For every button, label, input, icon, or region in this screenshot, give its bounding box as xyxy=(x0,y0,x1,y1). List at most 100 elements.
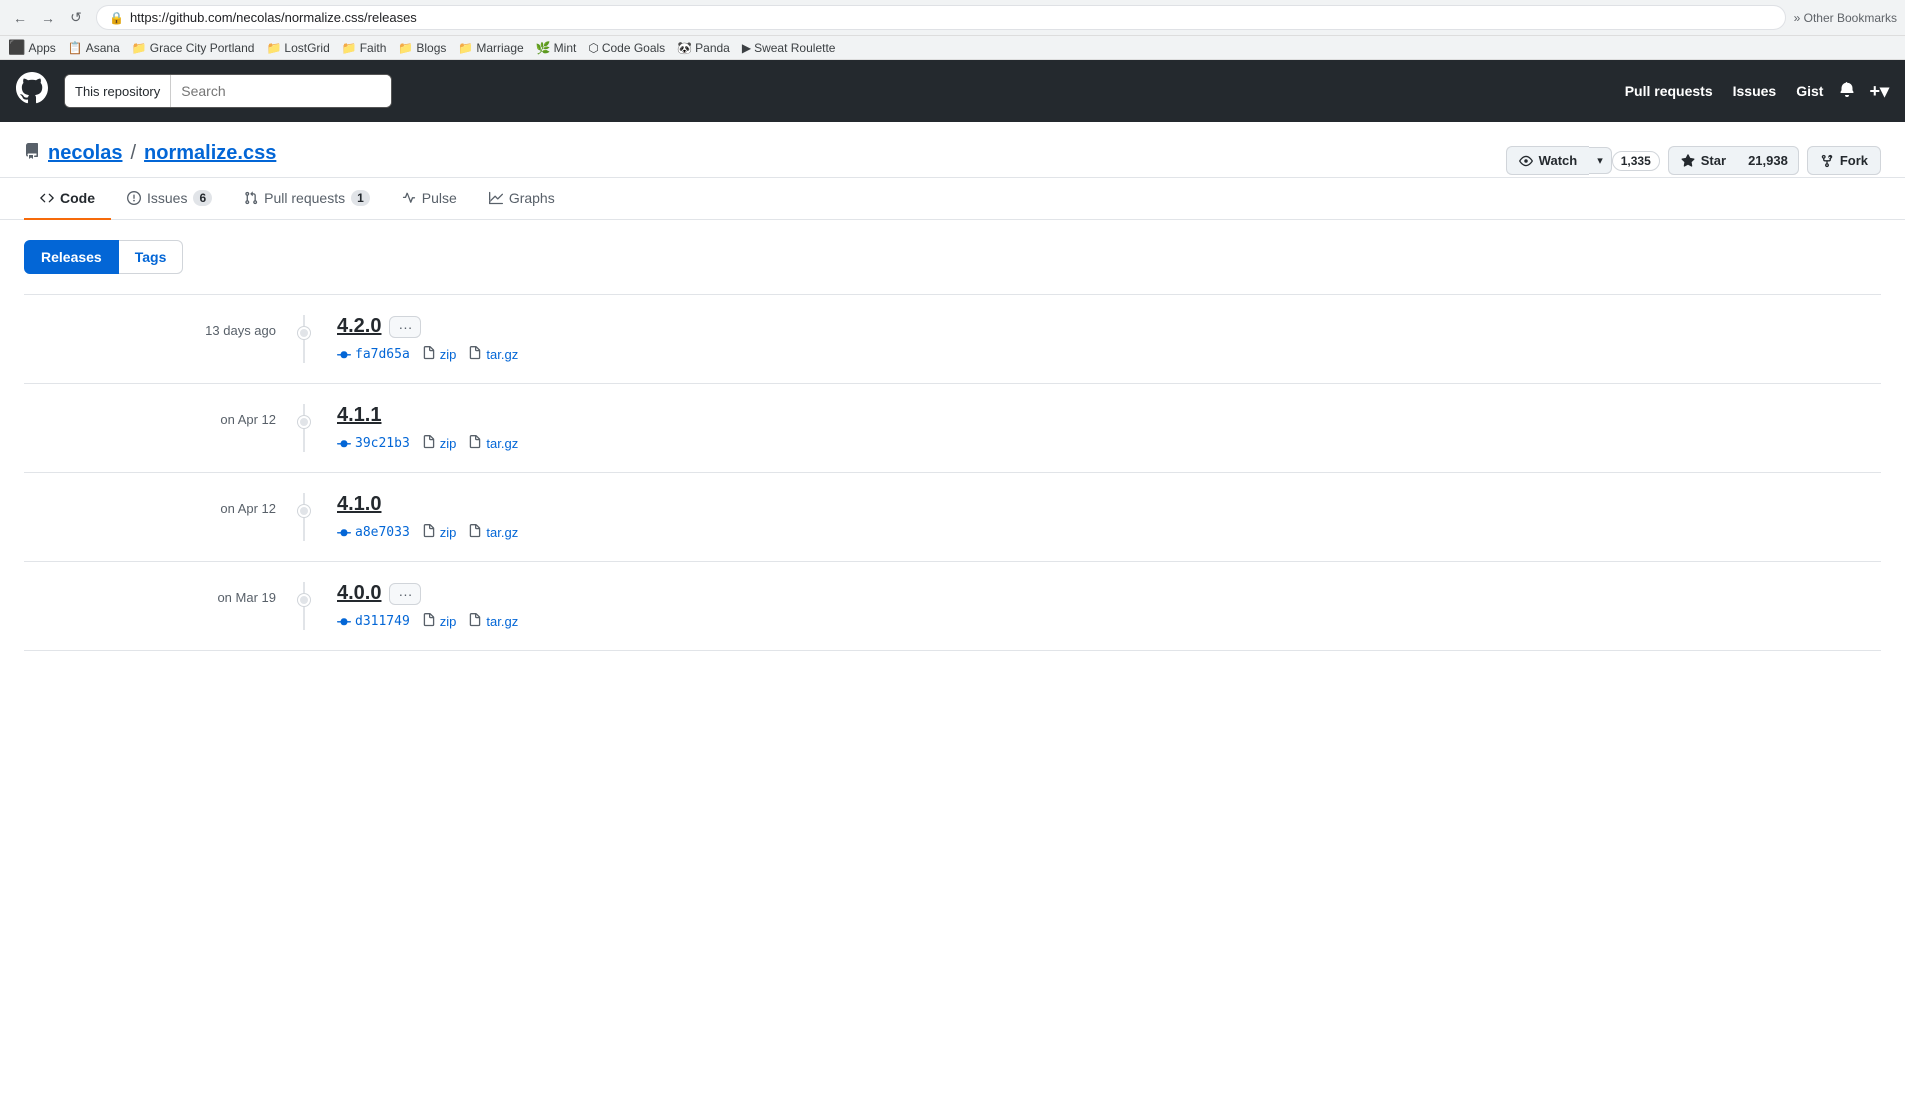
release-version-line: 4.1.1 xyxy=(337,404,1881,427)
release-ellipsis-button[interactable]: ··· xyxy=(389,583,421,605)
release-asset-tar.gz[interactable]: tar.gz xyxy=(468,346,518,363)
zip-icon xyxy=(422,346,436,363)
bookmark-sweat-roulette[interactable]: ▶ Sweat Roulette xyxy=(742,41,836,55)
watch-button[interactable]: Watch xyxy=(1506,146,1590,175)
star-button[interactable]: Star xyxy=(1668,146,1738,175)
release-version-link[interactable]: 4.2.0 xyxy=(337,315,381,338)
other-bookmarks-text: » Other Bookmarks xyxy=(1794,11,1897,25)
grace-city-label: Grace City Portland xyxy=(150,41,255,55)
bookmark-mint[interactable]: 🌿 Mint xyxy=(536,41,577,55)
bookmark-lostgrid[interactable]: 📁 LostGrid xyxy=(266,41,329,55)
tab-issues-label: Issues xyxy=(147,190,187,206)
tab-pull-requests[interactable]: Pull requests 1 xyxy=(228,178,386,220)
release-asset-tar.gz[interactable]: tar.gz xyxy=(468,613,518,630)
release-meta: d311749 zip tar.gz xyxy=(337,613,1881,630)
bookmark-asana[interactable]: 📋 Asana xyxy=(68,41,120,55)
release-content: 4.0.0 ··· d311749 xyxy=(303,582,1881,630)
release-timeline: on Mar 19 xyxy=(24,582,304,630)
pull-requests-badge: 1 xyxy=(351,190,370,206)
release-meta: fa7d65a zip tar.gz xyxy=(337,346,1881,363)
bookmark-apps[interactable]: ⬛ Apps xyxy=(8,39,56,56)
forward-button[interactable]: → xyxy=(36,6,60,30)
release-commit-link[interactable]: 39c21b3 xyxy=(337,436,410,451)
watch-caret-button[interactable]: ▾ xyxy=(1589,147,1612,174)
release-version-link[interactable]: 4.1.1 xyxy=(337,404,381,427)
bookmark-panda[interactable]: 🐼 Panda xyxy=(677,41,730,55)
repo-title: necolas / normalize.css xyxy=(24,142,276,165)
tab-issues[interactable]: Issues 6 xyxy=(111,178,228,220)
release-date: 13 days ago xyxy=(205,323,276,338)
blogs-label: Blogs xyxy=(416,41,446,55)
github-logo[interactable] xyxy=(16,72,48,111)
reload-button[interactable]: ↺ xyxy=(64,6,88,30)
release-content: 4.1.0 a8e7033 zip xyxy=(303,493,1881,541)
release-commit-link[interactable]: a8e7033 xyxy=(337,525,410,540)
notification-bell-button[interactable] xyxy=(1839,80,1855,103)
release-version-link[interactable]: 4.1.0 xyxy=(337,493,381,516)
tab-graphs[interactable]: Graphs xyxy=(473,178,571,220)
lock-icon: 🔒 xyxy=(109,11,124,25)
watch-dropdown: Watch ▾ 1,335 xyxy=(1506,146,1660,175)
tab-code[interactable]: Code xyxy=(24,178,111,220)
tab-pulse[interactable]: Pulse xyxy=(386,178,473,220)
address-bar[interactable]: 🔒 https://github.com/necolas/normalize.c… xyxy=(96,5,1786,30)
code-goals-label: Code Goals xyxy=(602,41,665,55)
releases-tab-button[interactable]: Releases xyxy=(24,240,119,274)
code-goals-icon: ⬡ xyxy=(588,41,598,55)
nav-issues[interactable]: Issues xyxy=(1733,83,1777,99)
release-version-line: 4.0.0 ··· xyxy=(337,582,1881,605)
release-timeline: on Apr 12 xyxy=(24,493,304,541)
nav-pull-requests[interactable]: Pull requests xyxy=(1625,83,1713,99)
repo-actions: Watch ▾ 1,335 Star 21,938 Fork xyxy=(1506,142,1881,175)
browser-chrome: ← → ↺ 🔒 https://github.com/necolas/norma… xyxy=(0,0,1905,36)
repo-icon xyxy=(24,143,40,164)
bookmark-code-goals[interactable]: ⬡ Code Goals xyxy=(588,41,665,55)
zip-icon xyxy=(422,524,436,541)
nav-gist[interactable]: Gist xyxy=(1796,83,1823,99)
lostgrid-icon: 📁 xyxy=(266,41,281,55)
release-asset-zip[interactable]: zip xyxy=(422,346,457,363)
release-version-line: 4.1.0 xyxy=(337,493,1881,516)
release-meta: 39c21b3 zip tar.gz xyxy=(337,435,1881,452)
fork-label: Fork xyxy=(1840,153,1868,168)
release-commit-link[interactable]: d311749 xyxy=(337,614,410,629)
release-asset-zip[interactable]: zip xyxy=(422,435,457,452)
bookmark-blogs[interactable]: 📁 Blogs xyxy=(398,41,446,55)
timeline-marker xyxy=(298,505,310,517)
mint-icon: 🌿 xyxy=(536,41,551,55)
search-bar[interactable]: This repository xyxy=(64,74,392,108)
release-version-link[interactable]: 4.0.0 xyxy=(337,582,381,605)
bookmark-marriage[interactable]: 📁 Marriage xyxy=(458,41,523,55)
release-version-line: 4.2.0 ··· xyxy=(337,315,1881,338)
repo-owner-link[interactable]: necolas xyxy=(48,142,122,165)
header-icons: +▾ xyxy=(1839,80,1889,103)
search-repo-label: This repository xyxy=(65,75,171,107)
plus-menu-button[interactable]: +▾ xyxy=(1869,81,1889,102)
repo-name-link[interactable]: normalize.css xyxy=(144,142,276,165)
repo-separator: / xyxy=(130,142,136,165)
asana-label: Asana xyxy=(86,41,120,55)
release-asset-tar.gz[interactable]: tar.gz xyxy=(468,435,518,452)
marriage-label: Marriage xyxy=(476,41,523,55)
release-date: on Mar 19 xyxy=(217,590,276,605)
bookmark-faith[interactable]: 📁 Faith xyxy=(342,41,387,55)
release-date: on Apr 12 xyxy=(220,412,276,427)
tags-tab-button[interactable]: Tags xyxy=(119,240,184,274)
release-commit-link[interactable]: fa7d65a xyxy=(337,347,410,362)
release-item: on Mar 19 4.0.0 ··· d311749 xyxy=(24,562,1881,651)
star-count[interactable]: 21,938 xyxy=(1738,146,1799,175)
fork-button[interactable]: Fork xyxy=(1807,146,1881,175)
watch-count[interactable]: 1,335 xyxy=(1612,151,1660,171)
zip-icon xyxy=(422,613,436,630)
sweat-roulette-icon: ▶ xyxy=(742,41,751,55)
release-asset-zip[interactable]: zip xyxy=(422,613,457,630)
search-input[interactable] xyxy=(171,75,391,107)
release-ellipsis-button[interactable]: ··· xyxy=(389,316,421,338)
release-asset-tar.gz[interactable]: tar.gz xyxy=(468,524,518,541)
url-text: https://github.com/necolas/normalize.css… xyxy=(130,10,1773,25)
panda-label: Panda xyxy=(695,41,730,55)
release-asset-zip[interactable]: zip xyxy=(422,524,457,541)
blogs-icon: 📁 xyxy=(398,41,413,55)
bookmark-grace-city[interactable]: 📁 Grace City Portland xyxy=(132,41,255,55)
back-button[interactable]: ← xyxy=(8,6,32,30)
